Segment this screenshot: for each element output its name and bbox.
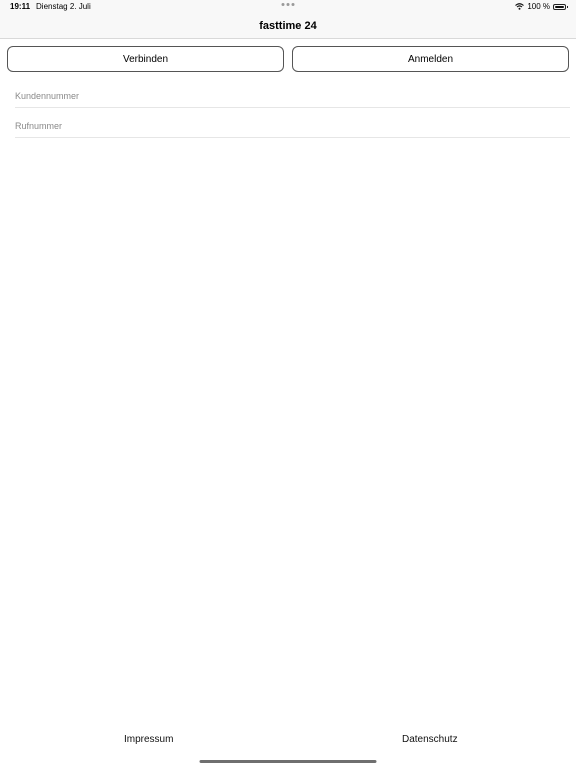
home-indicator[interactable] — [199, 760, 377, 763]
privacy-link[interactable]: Datenschutz — [402, 734, 458, 745]
impressum-link[interactable]: Impressum — [124, 734, 173, 745]
navigation-bar: fasttime 24 — [0, 14, 576, 39]
dot — [281, 3, 285, 6]
status-date: Dienstag 2. Juli — [36, 2, 91, 11]
multitasking-dots-icon[interactable] — [281, 3, 295, 6]
connect-button[interactable]: Verbinden — [7, 46, 284, 72]
status-bar: 19:11 Dienstag 2. Juli 100 % — [0, 0, 576, 14]
dot — [291, 3, 295, 6]
status-right: 100 % — [515, 2, 568, 11]
wifi-icon — [515, 3, 525, 10]
status-time: 19:11 — [10, 2, 31, 11]
dot — [286, 3, 290, 6]
status-left: 19:11 Dienstag 2. Juli — [10, 2, 91, 11]
connect-button-label: Verbinden — [122, 53, 169, 65]
customer-number-input[interactable] — [15, 85, 570, 107]
battery-icon — [553, 3, 568, 10]
page-title: fasttime 24 — [259, 20, 317, 32]
battery-percentage: 100 % — [527, 2, 550, 11]
login-button[interactable]: Anmelden — [292, 46, 569, 72]
phone-number-field-row — [15, 115, 570, 138]
login-button-label: Anmelden — [407, 53, 454, 65]
customer-number-field-row — [15, 85, 570, 108]
phone-number-input[interactable] — [15, 115, 570, 137]
